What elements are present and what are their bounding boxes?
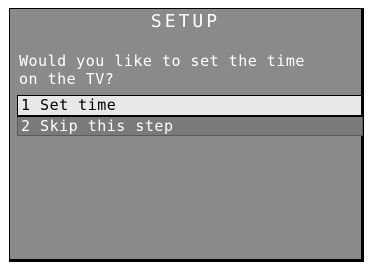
menu-item-skip-step[interactable]: 2 Skip this step bbox=[17, 117, 363, 136]
setup-prompt: Would you like to set the time on the TV… bbox=[19, 52, 359, 88]
menu-item-set-time[interactable]: 1 Set time bbox=[17, 95, 363, 117]
prompt-line-1: Would you like to set the time bbox=[19, 52, 305, 70]
tv-setup-screen: SETUP Would you like to set the time on … bbox=[9, 8, 364, 262]
prompt-line-2: on the TV? bbox=[19, 70, 115, 88]
setup-menu: 1 Set time 2 Skip this step bbox=[17, 95, 363, 136]
screen-title: SETUP bbox=[150, 11, 221, 32]
